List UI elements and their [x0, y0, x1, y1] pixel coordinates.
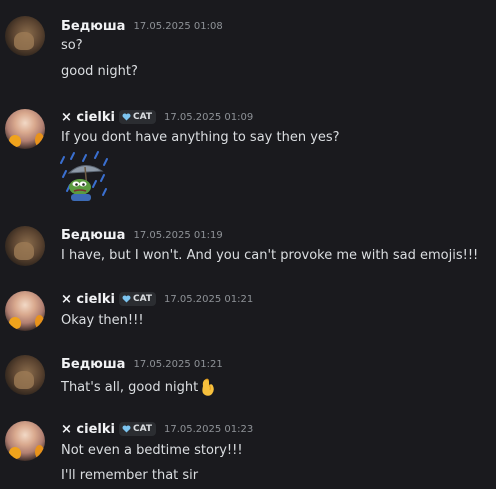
message-header: × cielki CAT 17.05.2025 01:09: [61, 108, 253, 126]
author-name[interactable]: × cielki: [61, 422, 115, 437]
avatar[interactable]: [5, 226, 45, 266]
heart-icon: [122, 113, 131, 121]
avatar[interactable]: [5, 291, 45, 331]
author-name[interactable]: Бедюша: [61, 19, 125, 34]
message-text: Okay then!!!: [61, 313, 144, 328]
badge-label: CAT: [132, 112, 152, 122]
timestamp: 17.05.2025 01:21: [163, 293, 254, 305]
author-name[interactable]: Бедюша: [61, 357, 125, 372]
clan-badge[interactable]: CAT: [118, 110, 156, 124]
message-header: Бедюша 17.05.2025 01:21: [61, 355, 223, 373]
timestamp: 17.05.2025 01:19: [133, 229, 223, 241]
heart-icon: [122, 425, 131, 433]
badge-label: CAT: [132, 294, 152, 304]
timestamp: 17.05.2025 01:23: [163, 423, 254, 435]
clan-badge[interactable]: CAT: [118, 422, 156, 436]
author-name[interactable]: Бедюша: [61, 228, 125, 243]
pepe-umbrella-icon: [60, 151, 108, 201]
timestamp: 17.05.2025 01:09: [163, 111, 254, 123]
sad-pepe-rain-emoji[interactable]: [60, 151, 110, 203]
heart-icon: [122, 295, 131, 303]
message-header: × cielki CAT 17.05.2025 01:23: [61, 420, 253, 438]
message-text: good night?: [61, 64, 138, 79]
timestamp: 17.05.2025 01:21: [133, 358, 223, 370]
message-header: × cielki CAT 17.05.2025 01:21: [61, 290, 253, 308]
message-text: Not even a bedtime story!!!: [61, 443, 243, 458]
author-name[interactable]: × cielki: [61, 292, 115, 307]
message-text: I have, but I won't. And you can't provo…: [61, 248, 479, 263]
message-text: If you dont have anything to say then ye…: [61, 130, 340, 145]
message-text-row: That's all, good night: [61, 377, 217, 397]
avatar[interactable]: [5, 421, 45, 461]
message-header: Бедюша 17.05.2025 01:08: [61, 17, 223, 35]
timestamp: 17.05.2025 01:08: [133, 20, 223, 32]
message-text: That's all, good night: [61, 379, 199, 395]
avatar[interactable]: [5, 16, 45, 56]
message-text: so?: [61, 38, 83, 53]
message-text: I'll remember that sir: [61, 468, 199, 483]
avatar[interactable]: [5, 109, 45, 149]
badge-label: CAT: [132, 424, 152, 434]
message-header: Бедюша 17.05.2025 01:19: [61, 226, 223, 244]
author-name[interactable]: × cielki: [61, 110, 115, 125]
avatar[interactable]: [5, 355, 45, 395]
pinched-fingers-emoji[interactable]: [199, 377, 217, 397]
clan-badge[interactable]: CAT: [118, 292, 156, 306]
